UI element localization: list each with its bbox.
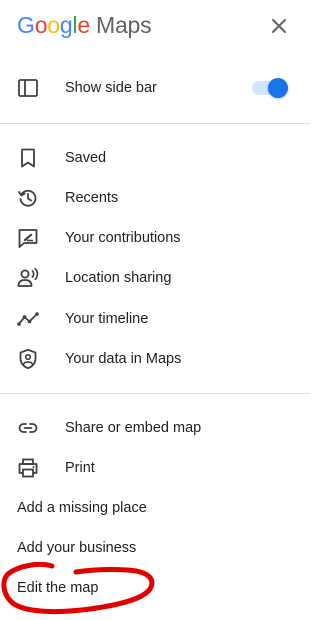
side-panel-icon [18,79,38,97]
menu-item-label: Location sharing [65,270,172,286]
menu-item-your-data-in-maps[interactable]: Your data in Maps [0,339,310,379]
maps-wordmark: Maps [96,12,152,38]
menu-item-add-a-missing-place[interactable]: Add a missing place [0,488,310,528]
menu-item-label: Edit the map [17,580,99,596]
show-side-bar-toggle[interactable] [250,78,288,98]
menu-item-label: Saved [65,150,107,166]
close-button[interactable] [266,13,292,39]
menu-item-label: Your contributions [65,230,181,246]
divider [0,123,310,124]
menu-item-saved[interactable]: Saved [0,138,310,178]
google-wordmark: Google [17,12,90,38]
logo-letter: e [77,12,90,38]
location-sharing-icon [17,267,39,287]
logo-letter: o [34,12,48,38]
logo-letter: o [47,12,60,38]
print-icon [18,458,38,478]
history-icon [18,189,37,207]
timeline-icon [17,312,39,326]
menu-item-share-or-embed-map[interactable]: Share or embed map [0,408,310,448]
menu-item-label: Your timeline [65,311,149,327]
contributions-icon [18,229,38,248]
menu-item-label: Share or embed map [65,420,202,436]
close-icon [272,19,286,33]
menu-item-label: Add a missing place [17,500,147,516]
menu-item-your-timeline[interactable]: Your timeline [0,299,310,339]
menu-item-print[interactable]: Print [0,448,310,488]
menu-item-label: Recents [65,190,119,206]
link-icon [18,423,38,433]
menu-item-label: Your data in Maps [65,351,182,367]
menu-item-add-your-business[interactable]: Add your business [0,528,310,568]
shield-icon [19,348,37,370]
drawer-header: Google Maps [0,0,310,52]
menu-item-label: Print [65,460,95,476]
menu-item-label: Add your business [17,540,137,556]
divider [0,393,310,394]
show-side-bar-label: Show side bar [65,80,157,96]
menu-item-edit-the-map[interactable]: Edit the map [0,568,310,608]
bookmark-icon [21,148,35,168]
menu-item-your-contributions[interactable]: Your contributions [0,218,310,258]
logo-letter: g [59,12,73,38]
menu-item-location-sharing[interactable]: Location sharing [0,258,310,298]
toggle-knob [268,78,288,98]
menu-item-recents[interactable]: Recents [0,178,310,218]
logo-letter: G [17,12,35,38]
google-maps-logo: Google Maps [17,10,152,40]
